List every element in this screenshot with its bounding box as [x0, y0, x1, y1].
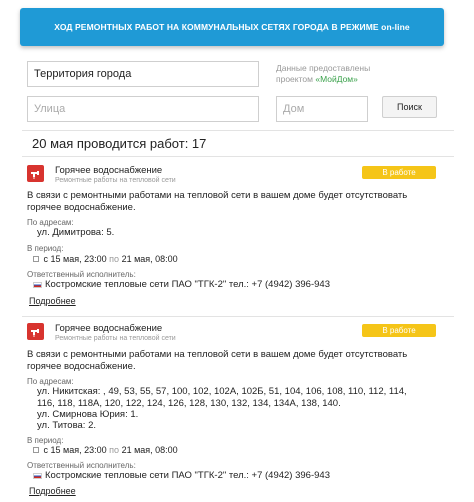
addresses-label: По адресам:: [27, 377, 74, 386]
contractor-value: Костромские тепловые сети ПАО "ТГК-2" те…: [33, 279, 330, 290]
work-subtitle: Ремонтные работы на тепловой сети: [55, 177, 176, 184]
works-summary: 20 мая проводится работ: 17: [32, 136, 207, 151]
flag-icon: [33, 472, 42, 479]
period-from: 15 мая, 23:00: [50, 254, 107, 264]
status-badge: В работе: [362, 166, 436, 179]
contractor-text: Костромские тепловые сети ПАО "ТГК-2" те…: [45, 279, 330, 290]
calendar-icon: [33, 447, 39, 453]
header-banner: ХОД РЕМОНТНЫХ РАБОТ НА КОММУНАЛЬНЫХ СЕТЯ…: [20, 8, 444, 46]
work-subtitle: Ремонтные работы на тепловой сети: [55, 335, 176, 342]
data-provider-note: Данные предоставлены проектом «МойДом»: [276, 63, 406, 85]
address-line: ул. Титова: 2.: [37, 420, 97, 431]
work-title: Горячее водоснабжение: [55, 165, 163, 176]
period-from-word: с: [43, 445, 49, 455]
period-value: с 15 мая, 23:00 по 21 мая, 08:00: [33, 254, 178, 264]
period-from-word: с: [43, 254, 49, 264]
more-link[interactable]: Подробнее: [29, 486, 76, 496]
period-to-word: по: [109, 254, 120, 264]
calendar-icon: [33, 256, 39, 262]
contractor-value: Костромские тепловые сети ПАО "ТГК-2" те…: [33, 470, 330, 481]
period-label: В период:: [27, 436, 64, 445]
work-description: В связи с ремонтными работами на теплово…: [27, 349, 408, 372]
work-title: Горячее водоснабжение: [55, 323, 163, 334]
work-description: В связи с ремонтными работами на теплово…: [27, 190, 408, 213]
period-from: 15 мая, 23:00: [50, 445, 107, 455]
contractor-text: Костромские тепловые сети ПАО "ТГК-2" те…: [45, 470, 330, 481]
water-tap-icon: [27, 323, 44, 340]
territory-select[interactable]: [27, 61, 259, 87]
divider: [22, 130, 454, 131]
more-link[interactable]: Подробнее: [29, 296, 76, 306]
search-button[interactable]: Поиск: [382, 96, 437, 118]
period-label: В период:: [27, 244, 64, 253]
period-to: 21 мая, 08:00: [121, 254, 178, 264]
divider: [22, 316, 454, 317]
period-to: 21 мая, 08:00: [121, 445, 178, 455]
contractor-label: Ответственный исполнитель:: [27, 270, 136, 279]
flag-icon: [33, 281, 42, 288]
address-line: ул. Никитская: , 49, 53, 55, 57, 100, 10…: [37, 386, 407, 397]
address-line: ул. Димитрова: 5.: [37, 227, 115, 238]
addresses-label: По адресам:: [27, 218, 74, 227]
water-tap-icon: [27, 165, 44, 182]
house-input[interactable]: [276, 96, 368, 122]
provider-project-link[interactable]: «МойДом»: [315, 74, 358, 84]
period-to-word: по: [109, 445, 120, 455]
street-input[interactable]: [27, 96, 259, 122]
contractor-label: Ответственный исполнитель:: [27, 461, 136, 470]
divider: [22, 156, 454, 157]
status-badge: В работе: [362, 324, 436, 337]
address-line: ул. Смирнова Юрия: 1.: [37, 409, 139, 420]
period-value: с 15 мая, 23:00 по 21 мая, 08:00: [33, 445, 178, 455]
address-line: 116, 118, 118А, 120, 122, 124, 126, 128,…: [37, 398, 341, 409]
